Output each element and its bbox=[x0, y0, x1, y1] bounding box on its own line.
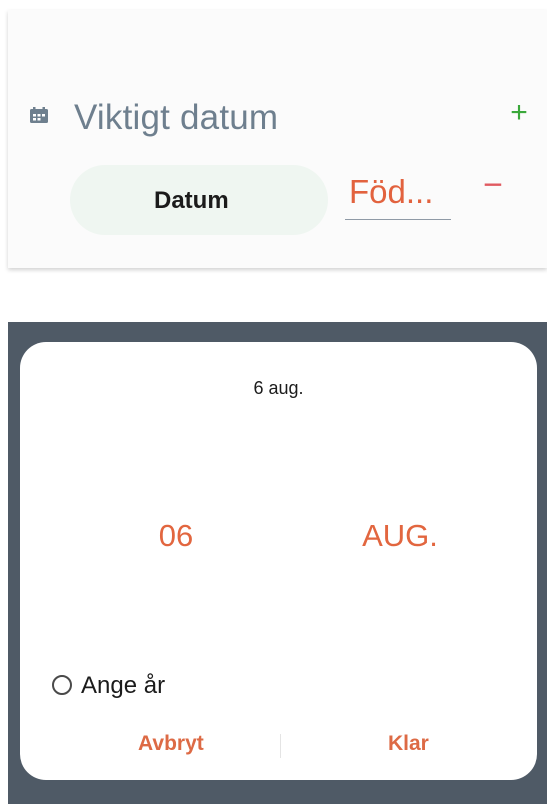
date-value-text: Föd... bbox=[349, 173, 434, 210]
date-value-field[interactable]: Föd... bbox=[345, 173, 451, 220]
date-type-selector[interactable]: Datum bbox=[70, 165, 328, 235]
date-picker-dialog: 6 aug. 06 AUG. Ange år Avbryt Klar bbox=[20, 342, 537, 780]
date-type-label: Datum bbox=[154, 187, 229, 214]
set-year-radio[interactable] bbox=[52, 675, 72, 695]
selected-date-header: 6 aug. bbox=[253, 378, 304, 398]
add-date-button[interactable]: + bbox=[504, 95, 534, 131]
date-row: Datum Föd... − bbox=[70, 165, 520, 237]
calendar-icon bbox=[30, 107, 48, 123]
day-spinner[interactable]: 06 bbox=[96, 504, 256, 568]
cancel-button[interactable]: Avbryt bbox=[138, 732, 204, 762]
section-title: Viktigt datum bbox=[74, 98, 279, 137]
month-spinner[interactable]: AUG. bbox=[320, 504, 480, 568]
remove-date-button[interactable]: − bbox=[478, 167, 508, 203]
important-date-header: Viktigt datum + bbox=[30, 95, 528, 137]
done-button[interactable]: Klar bbox=[388, 732, 429, 762]
set-year-label: Ange år bbox=[81, 672, 166, 699]
button-divider bbox=[280, 734, 281, 758]
